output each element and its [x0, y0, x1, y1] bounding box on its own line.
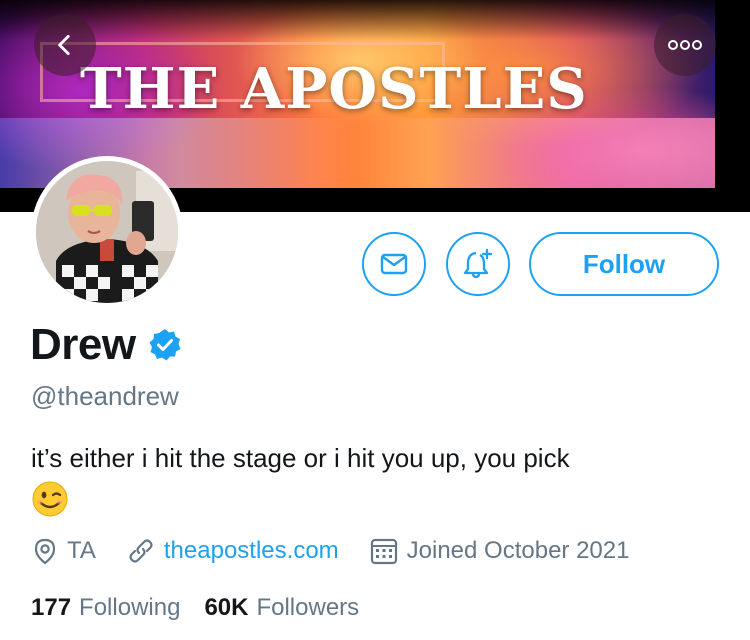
following-count: 177	[31, 594, 72, 621]
location: TA	[31, 537, 96, 565]
follow-stats: 177 Following 60K Followers	[31, 594, 383, 622]
location-text: TA	[67, 537, 96, 564]
link-icon	[129, 539, 153, 563]
envelope-icon	[380, 253, 408, 275]
display-name: Drew	[30, 320, 136, 369]
followers-count: 60K	[204, 594, 249, 621]
join-date-text: Joined October 2021	[406, 537, 630, 564]
profile-bio: it’s either i hit the stage or i hit you…	[31, 440, 721, 527]
location-pin-icon	[34, 538, 56, 565]
back-button[interactable]	[34, 14, 96, 76]
notifications-button[interactable]	[446, 232, 510, 296]
avatar-image	[36, 161, 178, 303]
bio-text: it’s either i hit the stage or i hit you…	[31, 443, 570, 473]
profile-meta: TA theapostles.com Joined October 2021	[31, 534, 659, 568]
follow-button[interactable]: Follow	[529, 232, 719, 296]
following-label: Following	[79, 594, 181, 621]
website-link[interactable]: theapostles.com	[164, 537, 339, 565]
message-button[interactable]	[362, 232, 426, 296]
followers-stat[interactable]: 60K Followers	[204, 594, 359, 622]
join-date: Joined October 2021	[369, 536, 630, 566]
bell-plus-icon	[463, 248, 493, 279]
more-dots-icon	[668, 40, 702, 50]
banner-title: THE APOSTLES	[80, 56, 588, 122]
followers-label: Followers	[256, 594, 360, 621]
user-handle: @theandrew	[31, 381, 179, 411]
avatar-portrait	[36, 161, 178, 303]
verified-badge-icon	[148, 328, 182, 362]
avatar[interactable]	[31, 156, 183, 308]
calendar-icon	[370, 538, 397, 565]
wink-emoji	[31, 480, 721, 527]
chevron-left-icon	[58, 34, 70, 56]
following-stat[interactable]: 177 Following	[31, 594, 180, 622]
name-row: Drew	[30, 320, 182, 370]
website[interactable]: theapostles.com	[126, 536, 339, 566]
more-options-button[interactable]	[654, 14, 716, 76]
